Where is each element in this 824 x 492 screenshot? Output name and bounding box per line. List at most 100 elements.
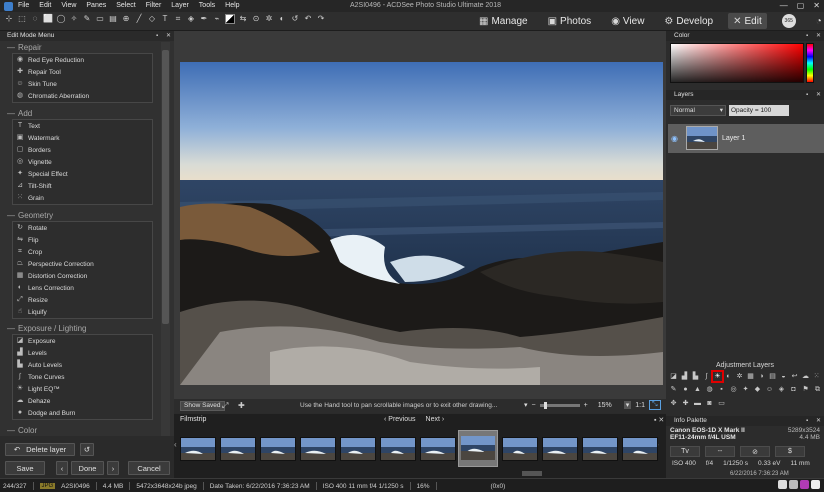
tool-lens-correction[interactable]: ◐ Lens Correction <box>13 282 152 294</box>
tool-skin-tune[interactable]: ☺ Skin Tune <box>13 78 152 90</box>
add-icon[interactable]: ✚ <box>238 401 245 410</box>
visibility-eye-icon[interactable]: ◉ <box>671 134 678 143</box>
dehaze-adj-icon[interactable]: ☁ <box>801 372 810 381</box>
tool-dehaze[interactable]: ☁ Dehaze <box>13 395 152 407</box>
tool-repair[interactable]: ✚ Repair Tool <box>13 66 152 78</box>
blend-mode-select[interactable]: Normal ▾ <box>670 105 726 116</box>
next-button[interactable]: Next › <box>426 416 445 423</box>
blur-adj-icon[interactable]: ◍ <box>705 385 714 394</box>
zoom-dropdown-button[interactable]: ▾ <box>623 401 632 409</box>
label-white-icon[interactable] <box>778 480 787 489</box>
close-panel-icon[interactable]: ✕ <box>166 31 171 41</box>
tool-perspective[interactable]: ⏢ Perspective Correction <box>13 258 152 270</box>
zoom-dropdown-icon[interactable]: ▾ <box>524 401 528 409</box>
fit-screen-icon[interactable]: ⤢ <box>222 401 228 411</box>
filmstrip-close-icon[interactable]: ▪ ✕ <box>654 416 664 424</box>
merge-layer-icon[interactable]: ◙ <box>705 399 714 408</box>
delete-layer-button[interactable]: ↶ Delete layer <box>5 443 75 456</box>
tool-auto-levels[interactable]: ▙ Auto Levels <box>13 359 152 371</box>
filmstrip-thumbnail[interactable] <box>542 437 578 461</box>
shape-icon[interactable]: ◇ <box>147 14 157 24</box>
pin-icon[interactable]: ▪ <box>806 90 808 100</box>
menu-panes[interactable]: Panes <box>86 2 106 9</box>
select-icon[interactable]: ⬚ <box>17 14 27 24</box>
save-button[interactable]: Save <box>5 461 45 475</box>
cancel-button[interactable]: Cancel <box>128 461 170 475</box>
sharpen-adj-icon[interactable]: ▲ <box>693 385 702 394</box>
tool-rotate[interactable]: ↻ Rotate <box>13 222 152 234</box>
mode-view[interactable]: ◉ View <box>606 13 649 29</box>
main-photo[interactable] <box>180 62 663 385</box>
filmstrip-thumbnail[interactable] <box>300 437 336 461</box>
color-picker-field[interactable] <box>670 43 804 83</box>
auto-levels-adj-icon[interactable]: ▙ <box>691 372 700 381</box>
tool-text[interactable]: T Text <box>13 120 152 132</box>
bucket-icon[interactable]: ◈ <box>186 14 196 24</box>
noise-adj-icon[interactable]: ▪ <box>717 385 726 394</box>
mode-edit[interactable]: ✕ Edit <box>728 13 767 29</box>
settings-gear-icon[interactable]: ✲ <box>264 14 274 24</box>
dodge-adj-icon[interactable]: ● <box>681 385 690 394</box>
gradient-icon[interactable]: ▤ <box>108 14 118 24</box>
tool-flip[interactable]: ⇋ Flip <box>13 234 152 246</box>
close-button[interactable]: ✕ <box>813 1 820 10</box>
tool-resize[interactable]: ⤢ Resize <box>13 294 152 306</box>
menu-help[interactable]: Help <box>225 2 239 9</box>
close-icon[interactable]: ✕ <box>816 416 821 426</box>
section-exposure-header[interactable]: — Exposure / Lighting <box>7 324 87 333</box>
effect-adj-icon[interactable]: ✦ <box>741 385 750 394</box>
move-layer-icon[interactable]: ✥ <box>669 399 678 408</box>
maximize-button[interactable]: ▢ <box>797 1 805 10</box>
tool-distortion[interactable]: ▦ Distortion Correction <box>13 270 152 282</box>
close-icon[interactable]: ✕ <box>816 31 821 41</box>
filmstrip-thumbnail[interactable] <box>380 437 416 461</box>
flag-adj-icon[interactable]: ⚑ <box>801 385 810 394</box>
fit-icon[interactable]: ⤡ <box>648 400 661 410</box>
mode-develop[interactable]: ⚙ Develop <box>659 13 718 29</box>
filmstrip-thumbnail[interactable] <box>420 437 456 461</box>
mode-manage[interactable]: ▦ Manage <box>474 13 533 29</box>
tone-adj-icon[interactable]: ↩ <box>790 372 799 381</box>
label-check-icon[interactable] <box>811 480 820 489</box>
color-eq-adj-icon[interactable]: ✲ <box>735 372 744 381</box>
pin-icon[interactable]: ▪ <box>806 416 808 426</box>
mask-adj-icon[interactable]: ◘ <box>789 385 798 394</box>
actual-size-button[interactable]: 1:1 <box>635 402 645 409</box>
previous-image-button[interactable]: ‹ <box>56 461 68 475</box>
label-gray-icon[interactable] <box>789 480 798 489</box>
dashboard-icon[interactable]: ◔ <box>811 13 824 29</box>
tool-grain[interactable]: ⁙ Grain <box>13 192 152 204</box>
lasso-icon[interactable]: ◌ <box>30 14 40 24</box>
zoom-slider[interactable] <box>539 401 580 409</box>
fg-bg-color-icon[interactable] <box>225 14 235 24</box>
white-balance-adj-icon[interactable]: ◐ <box>724 372 733 381</box>
swap-colors-icon[interactable]: ⇆ <box>238 14 248 24</box>
pen-icon[interactable]: ✒ <box>199 14 209 24</box>
crop-tool-icon[interactable]: ⌗ <box>173 14 183 24</box>
brush-icon[interactable]: ✎ <box>82 14 92 24</box>
section-add-header[interactable]: — Add <box>7 109 32 118</box>
photo-filter-adj-icon[interactable]: ▤ <box>768 372 777 381</box>
eraser-icon[interactable]: ▭ <box>95 14 105 24</box>
zoom-slider-handle[interactable] <box>543 401 547 409</box>
tool-special-effect[interactable]: ✦ Special Effect <box>13 168 152 180</box>
filmstrip-thumbnail[interactable] <box>180 437 216 461</box>
tool-tone-curves[interactable]: ∫ Tone Curves <box>13 371 152 383</box>
zoom-in-icon[interactable]: + <box>584 402 588 409</box>
add-layer-icon[interactable]: ✚ <box>681 399 690 408</box>
tool-dodge-burn[interactable]: ● Dodge and Burn <box>13 407 152 419</box>
mode-photos[interactable]: ▣ Photos <box>543 13 597 29</box>
tool-red-eye[interactable]: ◉ Red Eye Reduction <box>13 54 152 66</box>
menu-edit[interactable]: Edit <box>39 2 51 9</box>
filmstrip-thumbnail[interactable] <box>260 437 296 461</box>
marquee-icon[interactable]: ⬜ <box>43 14 53 24</box>
zoom-out-icon[interactable]: − <box>532 402 536 409</box>
adjust-icon[interactable]: ◐ <box>277 14 287 24</box>
filmstrip-thumbnail[interactable] <box>622 437 658 461</box>
filmstrip-thumbnail[interactable] <box>458 430 498 467</box>
section-geometry-header[interactable]: — Geometry <box>7 211 53 220</box>
filmstrip-scrollbar[interactable] <box>522 471 542 476</box>
menu-view[interactable]: View <box>61 2 76 9</box>
text-tool-icon[interactable]: T <box>160 14 170 24</box>
menu-file[interactable]: File <box>18 2 29 9</box>
